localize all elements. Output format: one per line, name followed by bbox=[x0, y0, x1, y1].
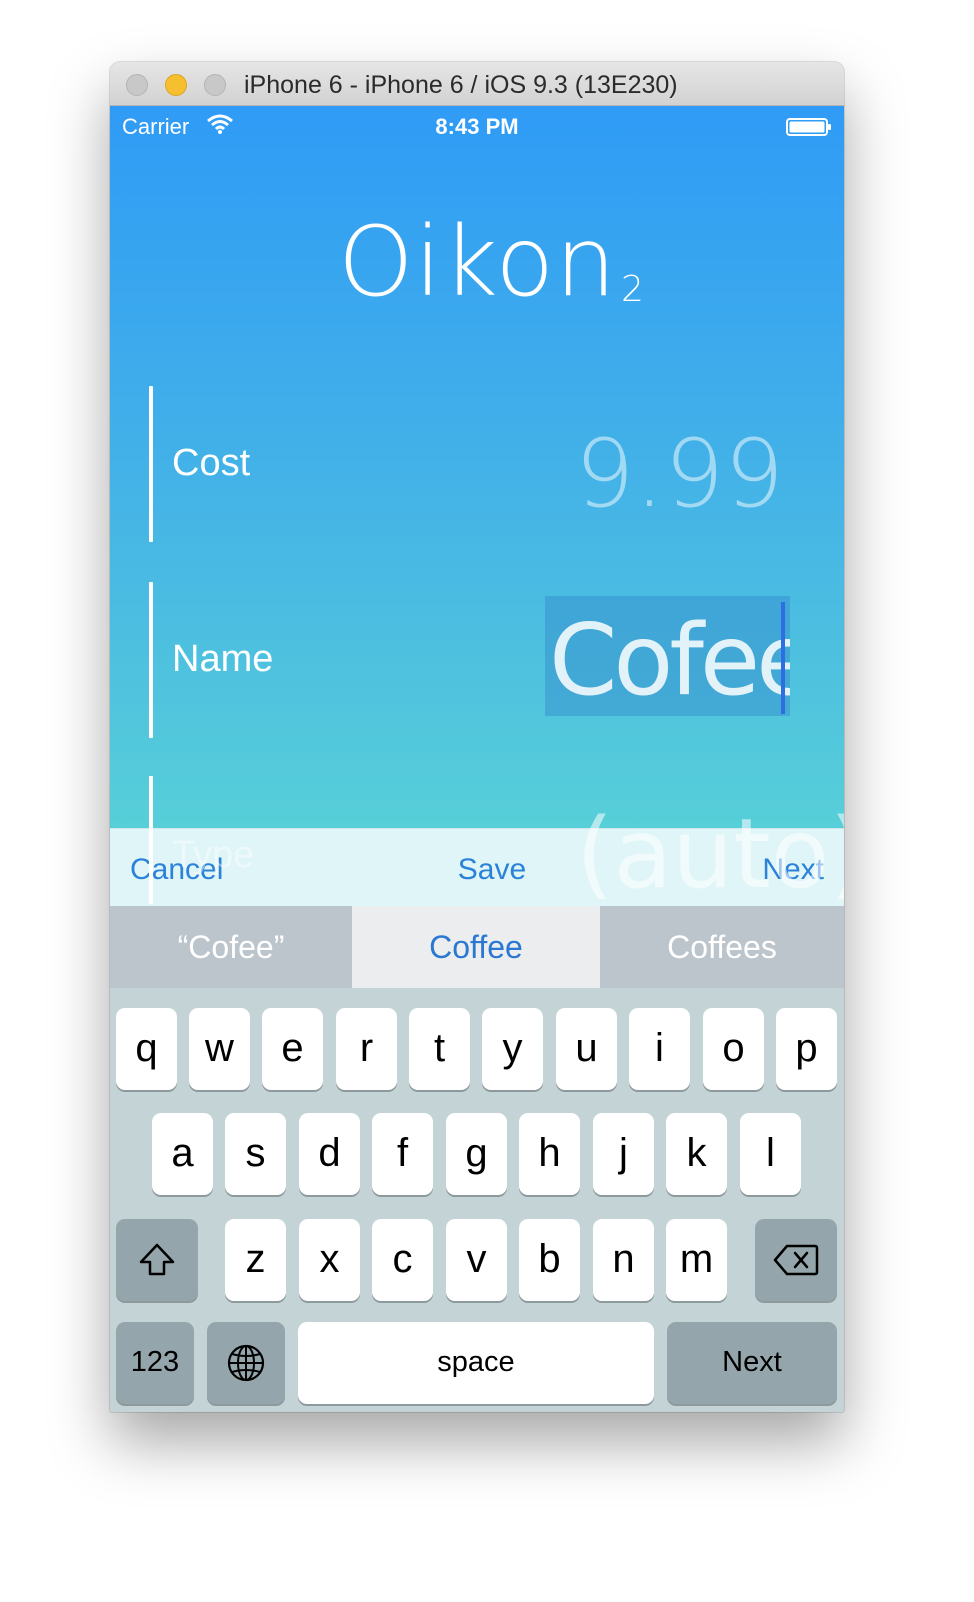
delete-key[interactable] bbox=[755, 1219, 837, 1301]
simulator-window: iPhone 6 - iPhone 6 / iOS 9.3 (13E230) C… bbox=[110, 62, 844, 1412]
name-label: Name bbox=[172, 638, 274, 680]
predictive-bar: “Cofee” Coffee Coffees bbox=[110, 906, 844, 988]
key-a[interactable]: a bbox=[152, 1113, 213, 1195]
key-p[interactable]: p bbox=[776, 1008, 837, 1090]
status-time: 8:43 PM bbox=[435, 114, 519, 139]
key-x[interactable]: x bbox=[299, 1219, 360, 1301]
key-g[interactable]: g bbox=[446, 1113, 507, 1195]
key-b[interactable]: b bbox=[519, 1219, 580, 1301]
status-bar: Carrier 8:43 PM bbox=[110, 106, 844, 146]
shift-key[interactable] bbox=[116, 1219, 198, 1301]
type-label: Type bbox=[172, 834, 255, 876]
key-c[interactable]: c bbox=[372, 1219, 433, 1301]
key-t[interactable]: t bbox=[409, 1008, 470, 1090]
key-q[interactable]: q bbox=[116, 1008, 177, 1090]
name-field-bar bbox=[149, 582, 153, 738]
key-d[interactable]: d bbox=[299, 1113, 360, 1195]
key-s[interactable]: s bbox=[225, 1113, 286, 1195]
globe-icon bbox=[227, 1344, 265, 1382]
space-key[interactable]: space bbox=[298, 1322, 654, 1404]
logo-main-text: Oikon bbox=[338, 206, 617, 318]
key-e[interactable]: e bbox=[262, 1008, 323, 1090]
logo-subscript: 2 bbox=[620, 269, 644, 310]
next-key[interactable]: Next bbox=[667, 1322, 837, 1404]
minimize-button[interactable] bbox=[165, 74, 187, 96]
key-l[interactable]: l bbox=[740, 1113, 801, 1195]
app-logo: Oikon 2 bbox=[338, 206, 644, 318]
type-input[interactable]: (auto) bbox=[576, 798, 844, 910]
key-r[interactable]: r bbox=[336, 1008, 397, 1090]
name-input-box[interactable]: Cofee bbox=[545, 596, 790, 716]
cost-field-bar bbox=[149, 386, 153, 542]
key-o[interactable]: o bbox=[703, 1008, 764, 1090]
shift-icon bbox=[139, 1243, 175, 1276]
key-y[interactable]: y bbox=[482, 1008, 543, 1090]
cost-input[interactable]: 9.99 bbox=[575, 420, 784, 529]
title-bar: iPhone 6 - iPhone 6 / iOS 9.3 (13E230) bbox=[110, 62, 844, 106]
keyboard: q w e r t y u i o p a s d f g h j k l z … bbox=[110, 988, 844, 1412]
key-m[interactable]: m bbox=[666, 1219, 727, 1301]
key-n[interactable]: n bbox=[593, 1219, 654, 1301]
suggestion-literal[interactable]: “Cofee” bbox=[110, 906, 352, 988]
name-input[interactable]: Cofee bbox=[549, 604, 790, 716]
numbers-key[interactable]: 123 bbox=[116, 1322, 194, 1404]
key-u[interactable]: u bbox=[556, 1008, 617, 1090]
type-field-bar-overlay bbox=[149, 776, 153, 904]
cost-label: Cost bbox=[172, 442, 251, 484]
delete-icon bbox=[773, 1244, 819, 1276]
app-screen: Carrier 8:43 PM Oikon 2 Cost 9.99 Name Co… bbox=[110, 106, 844, 828]
window-title: iPhone 6 - iPhone 6 / iOS 9.3 (13E230) bbox=[244, 71, 678, 99]
key-z[interactable]: z bbox=[225, 1219, 286, 1301]
suggestion-autocorrect[interactable]: Coffee bbox=[352, 906, 600, 988]
text-caret bbox=[781, 602, 785, 714]
key-k[interactable]: k bbox=[666, 1113, 727, 1195]
key-h[interactable]: h bbox=[519, 1113, 580, 1195]
key-w[interactable]: w bbox=[189, 1008, 250, 1090]
zoom-button[interactable] bbox=[204, 74, 226, 96]
key-f[interactable]: f bbox=[372, 1113, 433, 1195]
globe-key[interactable] bbox=[207, 1322, 285, 1404]
battery-icon bbox=[786, 118, 831, 136]
suggestion-alt[interactable]: Coffees bbox=[600, 906, 844, 988]
close-button[interactable] bbox=[126, 74, 148, 96]
key-v[interactable]: v bbox=[446, 1219, 507, 1301]
key-j[interactable]: j bbox=[593, 1113, 654, 1195]
key-i[interactable]: i bbox=[629, 1008, 690, 1090]
